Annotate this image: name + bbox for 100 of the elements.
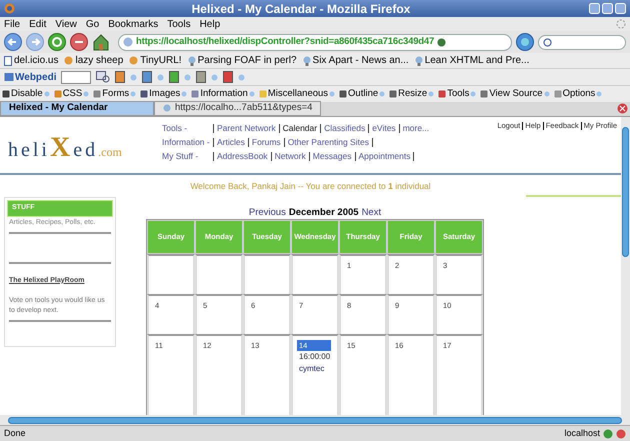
nav-link[interactable]: Messages <box>312 150 352 163</box>
menu-item[interactable]: File <box>4 16 20 32</box>
nav-link[interactable]: Appointments <box>358 150 410 163</box>
nav-link[interactable]: Calendar <box>282 122 318 135</box>
toolbar-menu[interactable]: Outline <box>339 86 386 102</box>
dropdown-icon <box>544 91 550 97</box>
round-bookmark-icon <box>64 56 74 65</box>
tab[interactable]: Helixed - My Calendar <box>0 101 154 116</box>
tab[interactable]: https://localho...7ab511&types=4 <box>154 101 322 116</box>
lock-icon <box>603 428 613 438</box>
dropdown-icon <box>470 91 476 97</box>
minimize-icon[interactable] <box>589 3 600 14</box>
close-tab-icon[interactable] <box>617 103 628 114</box>
toolbar-icon[interactable] <box>196 71 206 83</box>
menu-item[interactable]: Go <box>86 16 100 32</box>
dropdown-icon <box>248 91 255 97</box>
address-field[interactable]: https://localhost/helixed/dispController?snid=a860f435ca716c349d47 <box>118 34 512 50</box>
toolbar-menu[interactable]: View Source <box>480 86 550 102</box>
toolbar-menu[interactable]: Options <box>554 86 602 102</box>
dropdown-icon <box>130 91 136 97</box>
search-field[interactable] <box>538 34 626 50</box>
calendar-cell[interactable] <box>195 254 243 294</box>
nav-link[interactable]: Articles <box>217 136 245 149</box>
menu-item[interactable]: View <box>55 16 77 32</box>
dropdown-icon <box>428 91 434 97</box>
menu-item[interactable]: Bookmarks <box>108 16 158 32</box>
toolbar-menu[interactable]: Tools <box>438 86 476 102</box>
toolbar-menu[interactable]: Resize <box>389 86 434 102</box>
nav-link[interactable]: more... <box>402 122 430 135</box>
month-title: December 2005 <box>288 206 359 220</box>
nav-link[interactable]: Forums <box>252 136 281 149</box>
bookmark[interactable]: del.icio.us <box>4 53 58 68</box>
toolbar-icon[interactable] <box>142 71 152 83</box>
toolbar-menu[interactable]: Information <box>191 86 255 102</box>
dropdown-icon <box>379 91 386 97</box>
round-bookmark-icon <box>129 56 138 65</box>
toolbar-icon[interactable] <box>169 71 180 83</box>
reload-icon[interactable] <box>48 33 66 51</box>
nav-link[interactable]: Classifieds <box>324 122 366 135</box>
toolbar-menu[interactable]: Forms <box>93 86 136 102</box>
lock-icon <box>437 38 446 46</box>
toolbar-icon <box>258 90 267 98</box>
bulb-icon <box>188 56 196 66</box>
event-time: 16:00:00 <box>299 351 331 364</box>
stop-icon <box>616 428 626 438</box>
toolbar-menu[interactable]: Images <box>140 86 188 102</box>
toolbar-icon <box>339 90 348 98</box>
go-icon[interactable] <box>516 33 534 51</box>
calendar-cell[interactable] <box>243 254 291 294</box>
vertical-scrollbar[interactable] <box>621 117 630 415</box>
dropdown-icon <box>83 91 90 97</box>
forward-icon[interactable] <box>26 33 44 51</box>
status-text: Done <box>4 426 27 440</box>
webpedia-button[interactable]: Webpedi <box>4 70 56 84</box>
calendar-cell[interactable] <box>147 254 195 294</box>
menu-item[interactable]: Edit <box>29 16 46 32</box>
bookmark[interactable]: lazy sheep <box>64 53 124 68</box>
calendar-cell[interactable] <box>291 254 339 294</box>
bulb-icon <box>414 56 423 66</box>
dropdown-icon <box>44 91 50 97</box>
scroll-thumb[interactable] <box>8 416 622 424</box>
next-link[interactable]: Next <box>362 206 382 220</box>
search-field[interactable] <box>61 70 92 84</box>
bookmark[interactable]: Lean XHTML and Pre... <box>414 53 530 68</box>
toolbar-icon <box>480 90 488 98</box>
status-host: localhost <box>564 426 600 440</box>
nav-link[interactable]: AddressBook <box>217 150 268 163</box>
nav-label: My Stuff - <box>162 150 200 163</box>
maximize-icon[interactable] <box>602 3 613 14</box>
stop-icon[interactable] <box>70 33 88 51</box>
bookmark[interactable]: Six Apart - News an... <box>302 53 409 68</box>
event-link[interactable]: cymtec <box>299 363 331 376</box>
welcome-message: Welcome Back, Pankaj Jain -- You are connected to 1 individual <box>190 180 431 192</box>
previous-link[interactable]: Previous <box>248 206 286 220</box>
toolbar-icon <box>54 90 62 98</box>
home-icon[interactable] <box>92 33 110 51</box>
toolbar-icon <box>389 90 398 98</box>
nav-link[interactable]: eVites <box>372 122 396 135</box>
back-icon[interactable] <box>4 33 22 51</box>
toolbar-menu[interactable]: Disable <box>2 86 50 102</box>
search-engine-icon <box>543 38 552 46</box>
bookmark[interactable]: TinyURL! <box>129 53 182 68</box>
scroll-thumb[interactable] <box>622 127 629 257</box>
nav-link[interactable]: Other Parenting Sites <box>288 136 369 149</box>
bookmark[interactable]: Parsing FOAF in perl? <box>188 53 297 68</box>
toolbar-menu[interactable]: CSS <box>54 86 90 102</box>
toolbar-menu[interactable]: Miscellaneous <box>258 86 336 102</box>
nav-label: Tools - <box>162 122 188 135</box>
toolbar-icon[interactable] <box>223 71 234 83</box>
close-icon[interactable] <box>615 3 626 14</box>
throbber-icon <box>616 19 626 29</box>
window-title: Helixed - My Calendar - Mozilla Firefox <box>190 0 412 18</box>
nav-link[interactable]: Network <box>274 150 306 163</box>
toolbar-icon[interactable] <box>115 71 126 83</box>
site-logo[interactable]: heliXed.com <box>0 117 150 173</box>
menu-item[interactable]: Help <box>200 16 220 32</box>
nav-link[interactable]: Parent Network <box>217 122 276 135</box>
toolbar-icon <box>93 90 102 98</box>
menu-item[interactable]: Tools <box>167 16 191 32</box>
magnifier-icon[interactable] <box>96 71 110 83</box>
